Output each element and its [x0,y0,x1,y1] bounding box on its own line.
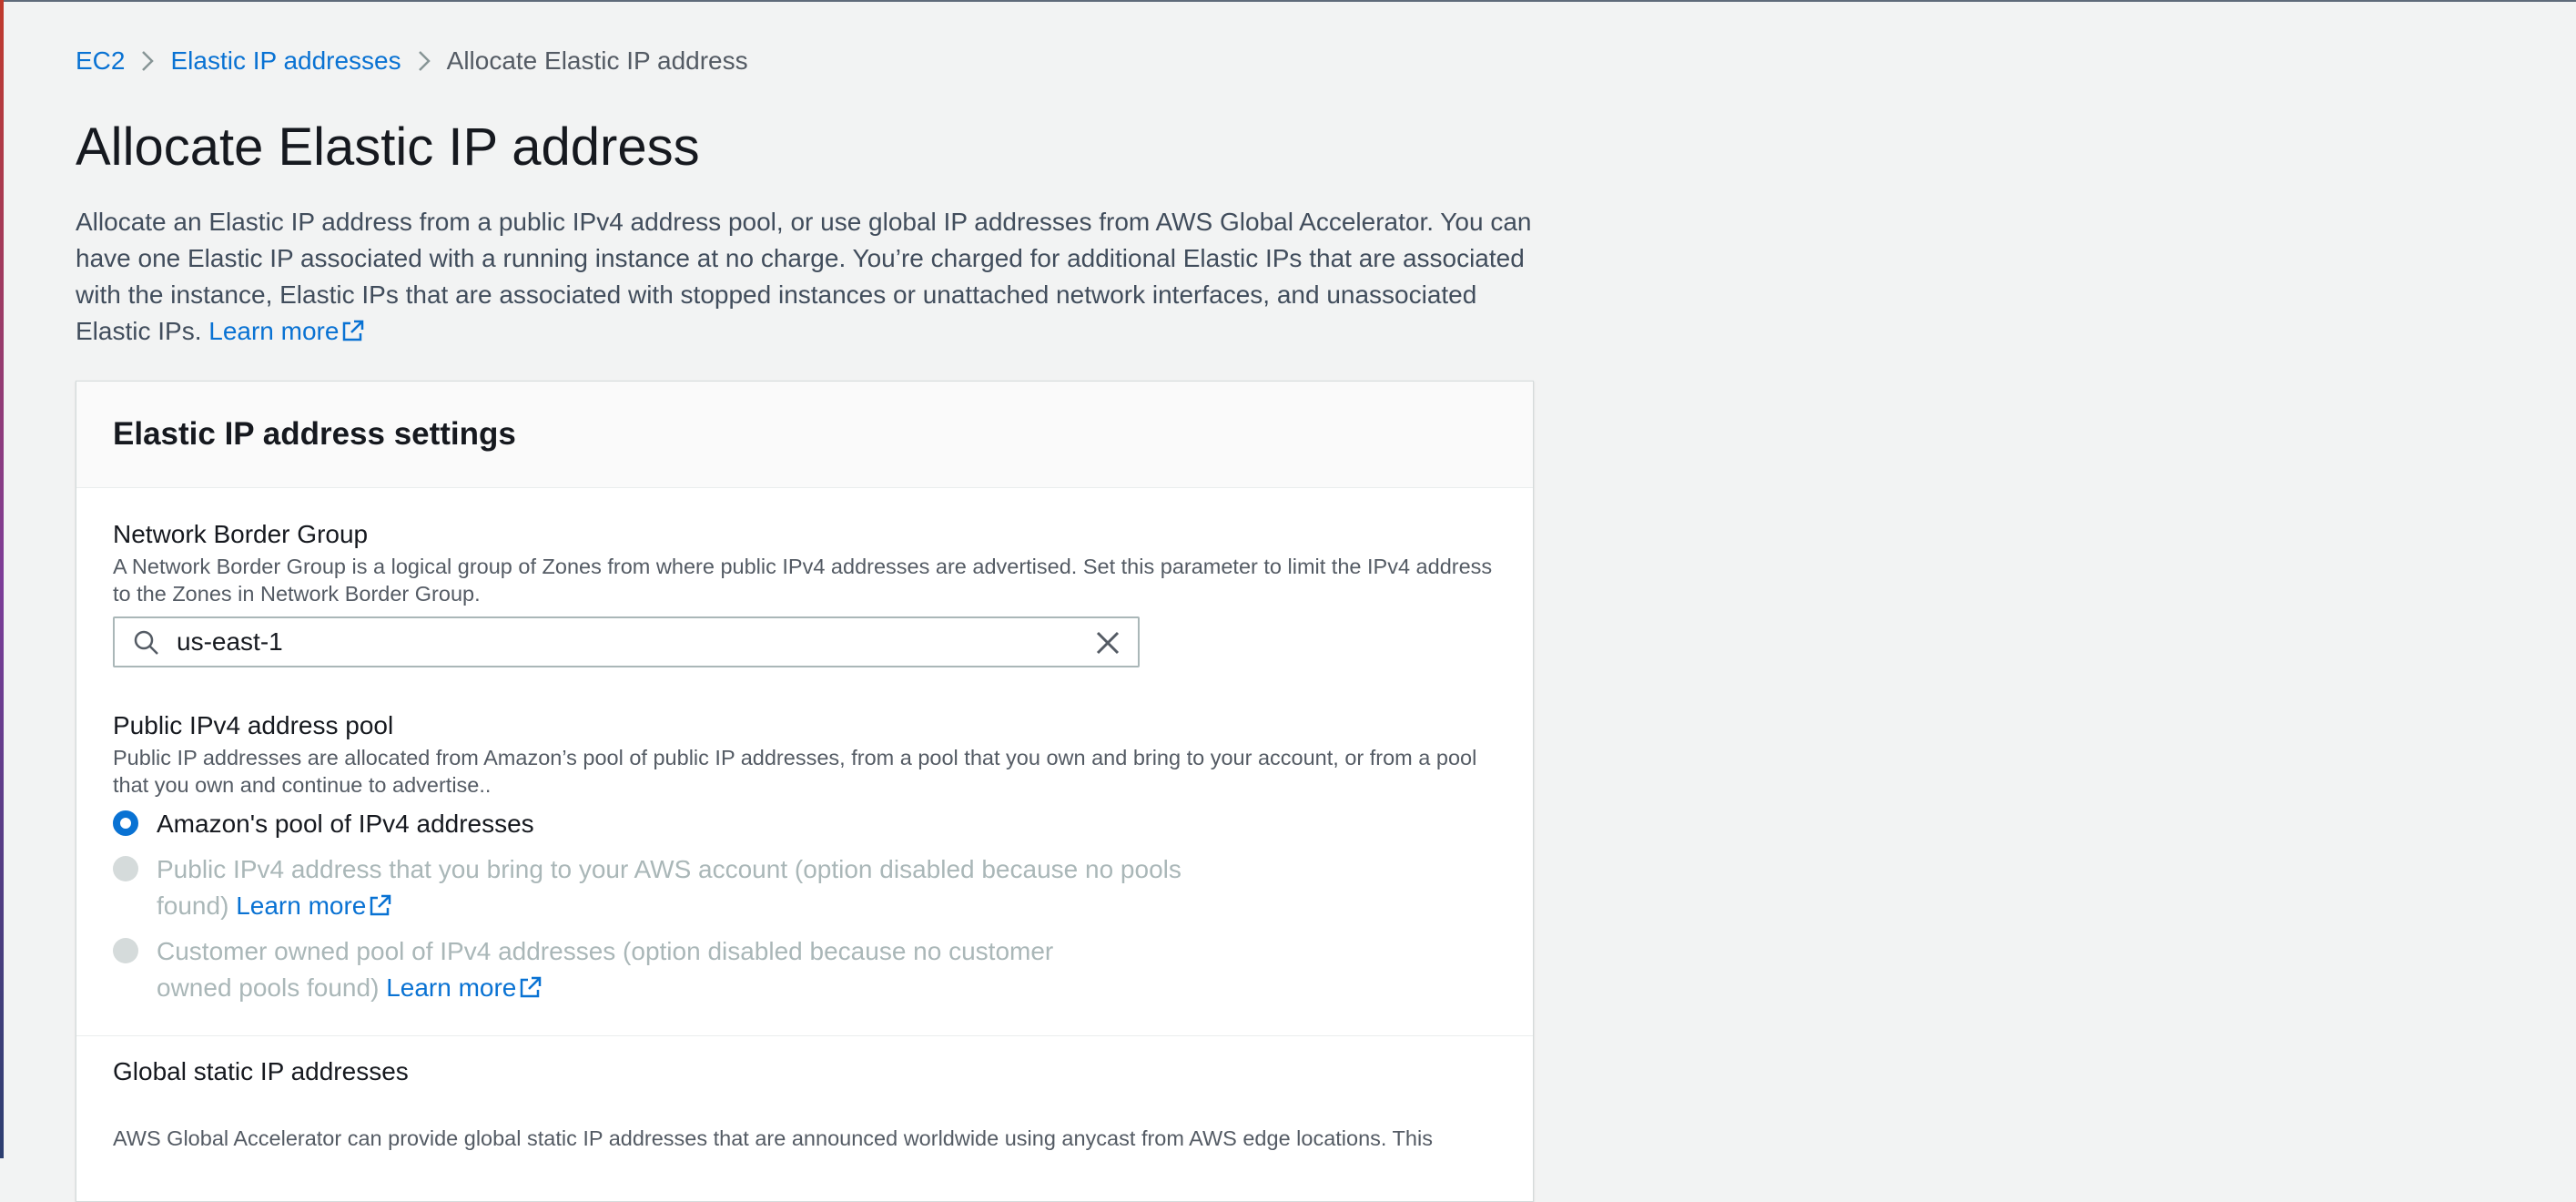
byoip-learn-more-link[interactable]: Learn more [236,891,393,920]
learn-more-label: Learn more [386,973,517,1002]
network-border-group-label: Network Border Group [113,520,369,548]
radio-label-customer-owned: Customer owned pool of IPv4 addresses (o… [157,933,1114,1006]
ipv4-pool-description: Public IP addresses are allocated from A… [113,746,1477,797]
network-border-group-value: us-east-1 [177,627,283,656]
customer-owned-learn-more-link[interactable]: Learn more [386,973,543,1002]
window-left-border [0,0,4,1158]
radio-label-byoip: Public IPv4 address that you bring to yo… [157,851,1205,924]
radio-button-disabled [113,856,138,881]
learn-more-link[interactable]: Learn more [208,317,366,345]
radio-label-customer-owned-text: Customer owned pool of IPv4 addresses (o… [157,937,1054,1002]
panel-header: Elastic IP address settings [76,382,1533,488]
network-border-group-input[interactable]: us-east-1 [113,616,1140,667]
breadcrumb-ec2-link[interactable]: EC2 [76,46,125,76]
page-description: Allocate an Elastic IP address from a pu… [76,204,1532,350]
learn-more-label: Learn more [236,891,367,920]
search-icon [134,630,158,655]
learn-more-label: Learn more [208,317,340,345]
panel-title: Elastic IP address settings [113,416,516,452]
global-static-ip-description: AWS Global Accelerator can provide globa… [113,1126,1433,1150]
close-icon[interactable] [1094,629,1121,657]
external-link-icon [521,976,542,998]
elastic-ip-settings-panel: Elastic IP address settings Network Bord… [76,381,1534,1202]
radio-button-disabled [113,938,138,963]
breadcrumb: EC2 Elastic IP addresses Allocate Elasti… [76,43,748,79]
radio-option-amazon-pool[interactable]: Amazon's pool of IPv4 addresses [113,806,534,842]
window-top-border [0,0,2576,2]
network-border-group-description: A Network Border Group is a logical grou… [113,555,1493,606]
radio-option-byoip: Public IPv4 address that you bring to yo… [113,851,1205,924]
external-link-icon [370,894,391,916]
breadcrumb-current: Allocate Elastic IP address [446,46,748,75]
page-title: Allocate Elastic IP address [76,117,700,177]
chevron-right-icon [125,49,170,73]
radio-button-checked[interactable] [113,810,138,836]
section-divider [76,1035,1533,1036]
radio-option-customer-owned: Customer owned pool of IPv4 addresses (o… [113,933,1114,1006]
chevron-right-icon [401,49,447,73]
radio-label-amazon-pool: Amazon's pool of IPv4 addresses [157,810,534,838]
external-link-icon [343,320,364,341]
breadcrumb-elastic-ips-link[interactable]: Elastic IP addresses [170,46,401,76]
ipv4-pool-label: Public IPv4 address pool [113,711,394,739]
global-static-ip-title: Global static IP addresses [113,1057,409,1085]
